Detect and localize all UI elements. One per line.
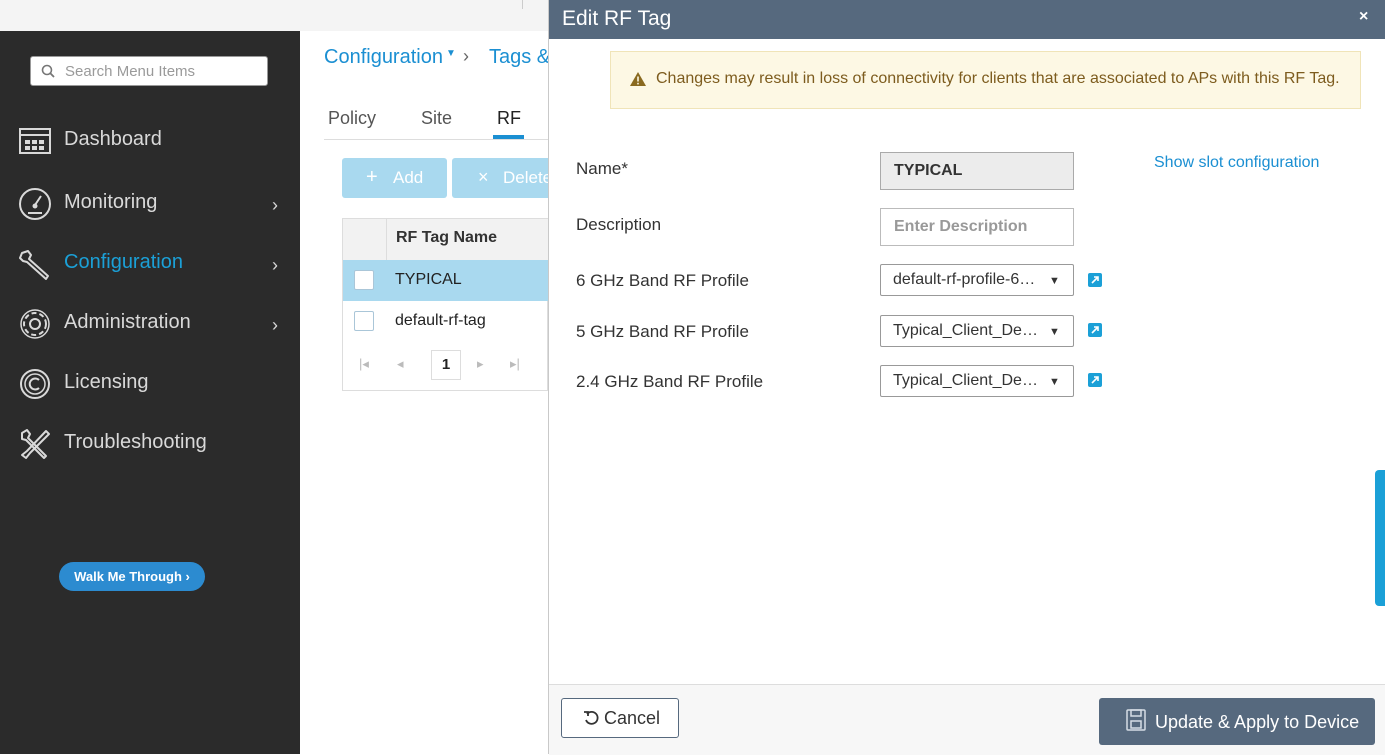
copyright-icon	[20, 369, 50, 399]
prev-page-icon[interactable]: ◂	[397, 356, 404, 372]
row-checkbox[interactable]	[354, 311, 374, 331]
tab-policy[interactable]: Policy	[328, 108, 376, 129]
walk-me-through-button[interactable]: Walk Me Through ›	[59, 562, 205, 591]
table-header: RF Tag Name	[343, 219, 549, 261]
top-bar	[0, 0, 548, 32]
caret-down-icon: ▼	[1049, 326, 1060, 338]
band-6ghz-profile-value: default-rf-profile-6ghz	[893, 271, 1041, 288]
pagination: |◂ ◂ 1 ▸ ▸|	[343, 344, 549, 390]
plus-icon: +	[366, 166, 378, 188]
sidebar-item-administration[interactable]: Administration ›	[0, 299, 300, 349]
close-icon: ×	[478, 167, 489, 187]
band-6ghz-profile-select[interactable]: default-rf-profile-6ghz ▼	[880, 264, 1074, 296]
sidebar-item-label: Administration	[64, 311, 191, 333]
panel-title: Edit RF Tag	[562, 7, 672, 30]
sidebar-item-configuration[interactable]: Configuration ›	[0, 239, 300, 289]
external-link-icon[interactable]	[1088, 323, 1102, 337]
panel-footer: Cancel Update & Apply to Device	[549, 684, 1385, 755]
last-page-icon[interactable]: ▸|	[510, 356, 520, 372]
warning-text: Changes may result in loss of connectivi…	[656, 70, 1340, 87]
update-apply-button-label: Update & Apply to Device	[1155, 712, 1360, 732]
undo-icon	[584, 710, 599, 725]
tab-rf[interactable]: RF	[497, 108, 521, 129]
rf-tag-name-cell: default-rf-tag	[395, 312, 486, 329]
sidebar: Search Menu Items Dashboard Monitoring ›…	[0, 31, 300, 754]
next-page-icon[interactable]: ▸	[477, 356, 484, 372]
cancel-button-label: Cancel	[604, 708, 661, 728]
delete-button-label: Delete	[503, 168, 553, 187]
table-row[interactable]: TYPICAL	[343, 260, 549, 301]
edit-rf-tag-panel: Edit RF Tag × Changes may result in loss…	[548, 0, 1385, 755]
search-menu-input[interactable]: Search Menu Items	[30, 56, 268, 86]
sidebar-item-monitoring[interactable]: Monitoring ›	[0, 179, 300, 229]
add-button[interactable]: + Add	[342, 158, 447, 198]
gauge-icon	[19, 188, 51, 220]
band-24ghz-profile-select[interactable]: Typical_Client_Density_rf_24gh ▼	[880, 365, 1074, 397]
wrench-icon	[19, 250, 49, 280]
save-icon	[1126, 709, 1146, 731]
breadcrumb-configuration[interactable]: Configuration	[324, 46, 443, 69]
delete-button[interactable]: × Delete	[452, 158, 552, 198]
name-value: TYPICAL	[894, 162, 963, 179]
add-button-label: Add	[393, 168, 424, 187]
band-24ghz-label: 2.4 GHz Band RF Profile	[576, 372, 764, 391]
external-link-arrow-icon	[1091, 376, 1099, 384]
external-link-arrow-icon	[1091, 276, 1099, 284]
band-5ghz-profile-select[interactable]: Typical_Client_Density_rf_5gh ▼	[880, 315, 1074, 347]
column-header-rf-tag-name[interactable]: RF Tag Name	[396, 229, 497, 247]
sidebar-item-label: Licensing	[64, 371, 149, 393]
search-icon	[41, 64, 55, 78]
name-label: Name*	[576, 159, 628, 178]
warning-alert: Changes may result in loss of connectivi…	[610, 51, 1361, 109]
band-24ghz-profile-value: Typical_Client_Density_rf_24gh	[893, 372, 1041, 389]
sidebar-item-label: Dashboard	[64, 128, 162, 150]
tab-active-indicator	[493, 135, 524, 139]
band-6ghz-label: 6 GHz Band RF Profile	[576, 271, 749, 290]
close-icon[interactable]: ×	[1359, 8, 1368, 26]
panel-header: Edit RF Tag ×	[549, 0, 1385, 39]
warning-icon	[630, 72, 646, 86]
chevron-right-icon: ›	[272, 255, 278, 275]
band-5ghz-profile-value: Typical_Client_Density_rf_5gh	[893, 322, 1041, 339]
top-bar-divider	[522, 0, 523, 9]
band-5ghz-label: 5 GHz Band RF Profile	[576, 322, 749, 341]
breadcrumb-separator-icon: ›	[463, 46, 469, 66]
name-field: TYPICAL	[880, 152, 1074, 190]
search-placeholder: Search Menu Items	[65, 63, 196, 80]
tools-icon	[21, 429, 50, 459]
sidebar-item-licensing[interactable]: Licensing	[0, 359, 300, 409]
rf-tag-table: RF Tag Name TYPICAL default-rf-tag |◂ ◂ …	[342, 218, 549, 391]
gear-icon	[20, 309, 50, 339]
external-link-icon[interactable]	[1088, 373, 1102, 387]
caret-down-icon: ▼	[1049, 376, 1060, 388]
sidebar-item-label: Troubleshooting	[64, 431, 207, 453]
external-link-icon[interactable]	[1088, 273, 1102, 287]
chevron-right-icon: ›	[272, 315, 278, 335]
sidebar-item-label: Configuration	[64, 251, 183, 273]
current-page[interactable]: 1	[431, 350, 461, 380]
sidebar-item-dashboard[interactable]: Dashboard	[0, 116, 300, 166]
table-row[interactable]: default-rf-tag	[343, 301, 549, 342]
side-feedback-tab[interactable]	[1375, 470, 1385, 606]
description-label: Description	[576, 215, 662, 234]
update-apply-button[interactable]: Update & Apply to Device	[1099, 698, 1375, 745]
cancel-button[interactable]: Cancel	[561, 698, 679, 738]
external-link-arrow-icon	[1091, 326, 1099, 334]
row-checkbox[interactable]	[354, 270, 374, 290]
tab-site[interactable]: Site	[421, 108, 452, 129]
caret-down-icon: ▼	[1049, 275, 1060, 287]
dashboard-icon	[19, 128, 51, 154]
description-placeholder: Enter Description	[894, 218, 1028, 235]
sidebar-item-label: Monitoring	[64, 191, 158, 213]
description-field[interactable]: Enter Description	[880, 208, 1074, 246]
chevron-right-icon: ›	[272, 195, 278, 215]
caret-down-icon: ▼	[446, 48, 456, 59]
first-page-icon[interactable]: |◂	[359, 356, 369, 372]
rf-tag-name-cell: TYPICAL	[395, 271, 462, 288]
sidebar-item-troubleshooting[interactable]: Troubleshooting	[0, 419, 300, 469]
column-divider	[386, 219, 387, 260]
tab-divider	[324, 139, 548, 140]
show-slot-configuration-link[interactable]: Show slot configuration	[1154, 154, 1319, 172]
